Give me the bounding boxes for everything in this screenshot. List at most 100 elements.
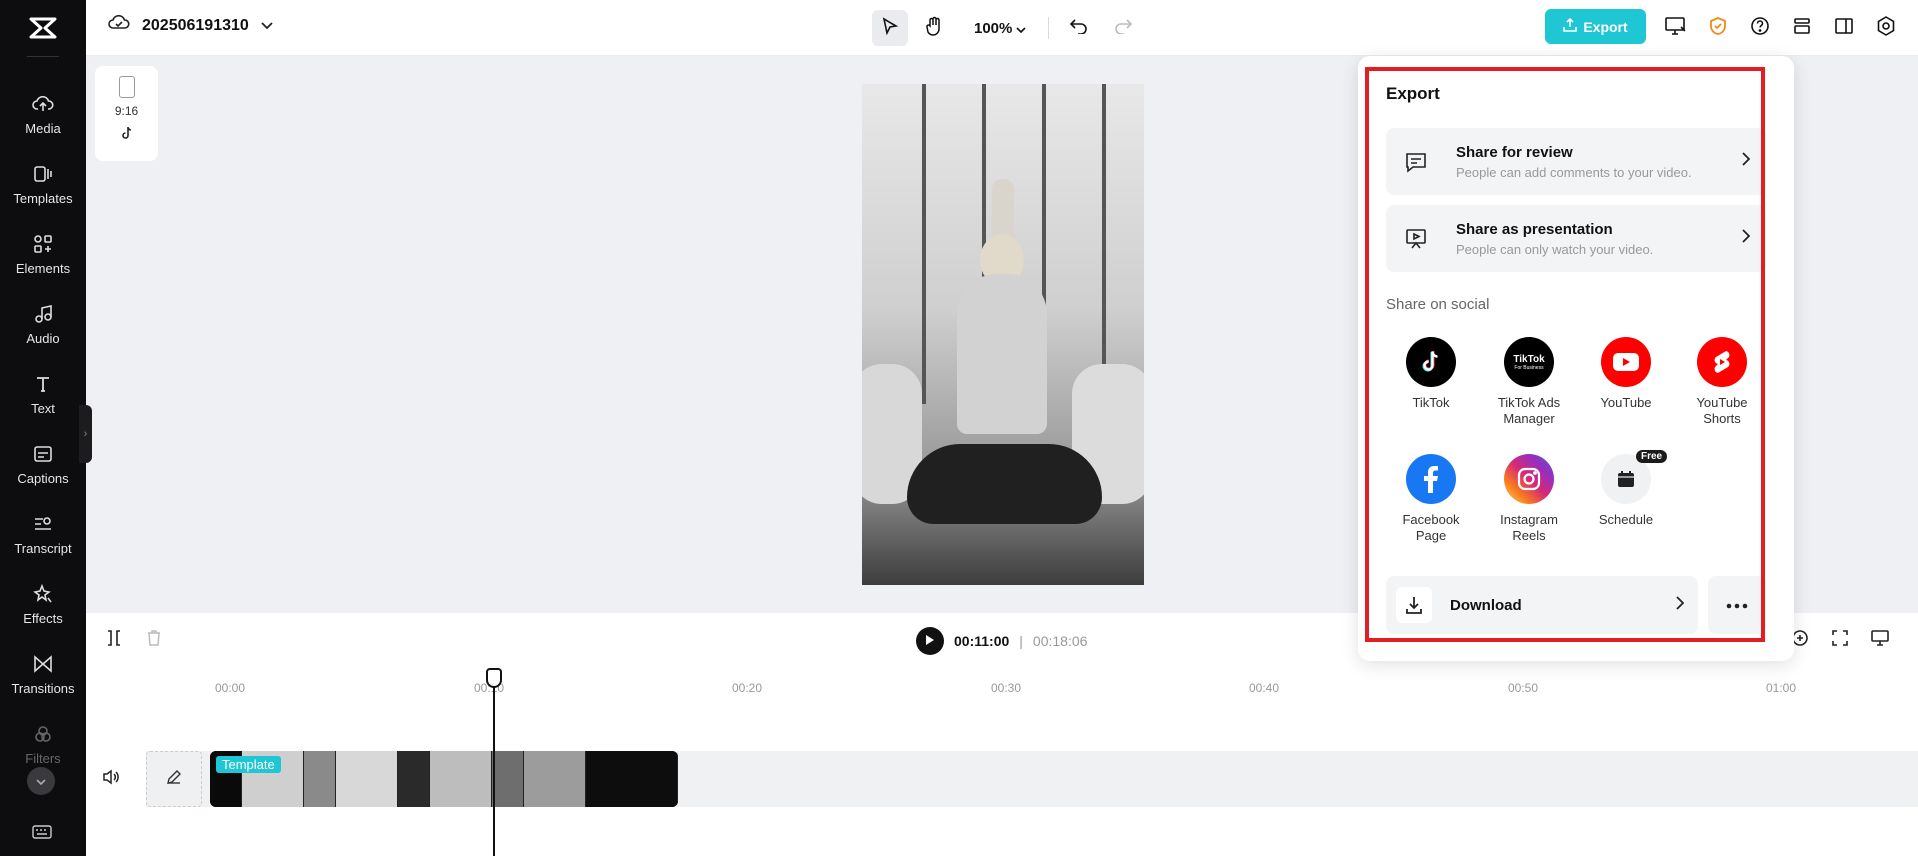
playback-controls: 00:11:00 | 00:18:06: [916, 627, 1087, 655]
sidebar-divider: [27, 56, 59, 57]
share-as-presentation-button[interactable]: Share as presentation People can only wa…: [1386, 205, 1766, 272]
share-review-subtitle: People can add comments to your video.: [1456, 164, 1692, 180]
window-frame: [922, 84, 926, 404]
presentation-icon: [1396, 228, 1436, 250]
redo-button[interactable]: [1105, 10, 1141, 46]
download-button[interactable]: Download: [1386, 576, 1698, 634]
yoga-legs: [907, 444, 1102, 524]
video-clip[interactable]: Template: [210, 751, 678, 807]
layers-icon: [1792, 16, 1812, 41]
present-button[interactable]: [1660, 12, 1692, 44]
social-schedule[interactable]: Free Schedule: [1586, 450, 1668, 528]
track-area: Template: [86, 709, 1918, 856]
sidebar-item-label: Effects: [23, 611, 63, 626]
sidebar-item-effects[interactable]: Effects: [0, 576, 86, 636]
fullscreen-icon[interactable]: [1831, 629, 1849, 652]
video-preview[interactable]: [862, 84, 1144, 585]
sidebar-item-templates[interactable]: Templates: [0, 156, 86, 216]
social-instagram-reels[interactable]: Instagram Reels: [1489, 454, 1569, 544]
shield-icon: [1708, 16, 1728, 41]
social-tiktok-ads-manager[interactable]: TikTok For Business TikTok Ads Manager: [1489, 337, 1569, 427]
shield-button[interactable]: [1702, 12, 1734, 44]
timeline-ruler[interactable]: 00:00 00:10 00:20 00:30 00:40 00:50 01:0…: [86, 669, 1918, 709]
clip-frame: [304, 751, 336, 807]
zoom-value: 100%: [974, 19, 1013, 37]
social-label: Instagram Reels: [1500, 512, 1558, 543]
hand-tool-button[interactable]: [916, 10, 952, 46]
pencil-icon: [166, 769, 182, 790]
share-for-review-button[interactable]: Share for review People can add comments…: [1386, 128, 1766, 195]
undo-icon: [1070, 18, 1088, 39]
play-icon: [925, 633, 935, 649]
panel-toggle-button[interactable]: [1828, 12, 1860, 44]
export-label: Export: [1583, 18, 1628, 35]
undo-button[interactable]: [1061, 10, 1097, 46]
download-icon: [1396, 587, 1432, 623]
social-label: TikTok: [1412, 395, 1450, 410]
sidebar-item-captions[interactable]: Captions: [0, 436, 86, 496]
ruler-label: 00:20: [732, 681, 763, 695]
social-youtube-shorts[interactable]: YouTube Shorts: [1682, 337, 1762, 427]
sidebar-item-label: Captions: [17, 471, 69, 486]
split-icon[interactable]: [106, 629, 122, 652]
sidebar-item-label: Transitions: [11, 681, 75, 696]
layers-button[interactable]: [1786, 12, 1818, 44]
keyboard-shortcuts-button[interactable]: [30, 824, 54, 844]
sidebar-item-text[interactable]: Text: [0, 366, 86, 426]
free-badge: Free: [1636, 450, 1668, 463]
chevron-down-icon: [1016, 20, 1026, 37]
more-dots-icon: [1726, 596, 1748, 614]
social-facebook-page[interactable]: Facebook Page: [1391, 454, 1471, 544]
chevron-right-icon: [1742, 152, 1751, 171]
chevron-down-icon[interactable]: [261, 17, 273, 35]
project-title[interactable]: 202506191310: [142, 17, 249, 35]
comment-icon: [1396, 151, 1436, 173]
capcut-logo[interactable]: [24, 10, 62, 46]
chevron-right-icon: [1676, 596, 1685, 615]
play-button[interactable]: [916, 627, 944, 655]
youtube-shorts-icon: [1697, 337, 1747, 387]
captions-icon: [31, 442, 55, 466]
volume-icon[interactable]: [102, 769, 120, 790]
social-label: YouTube Shorts: [1696, 395, 1748, 426]
top-right-icons: [1660, 12, 1902, 44]
clip-frame: [398, 751, 430, 807]
more-options-button[interactable]: [1708, 576, 1766, 634]
social-youtube[interactable]: YouTube: [1586, 337, 1666, 411]
cloud-icon: [108, 14, 130, 37]
zoom-dropdown[interactable]: 100%: [974, 20, 1026, 37]
sidebar-item-label: Audio: [26, 331, 60, 346]
sidebar-item-elements[interactable]: Elements: [0, 226, 86, 286]
screen-icon[interactable]: [1871, 629, 1889, 652]
help-button[interactable]: [1744, 12, 1776, 44]
monitor-icon: [1665, 16, 1687, 41]
split-panel-icon: [1834, 17, 1854, 40]
redo-icon: [1114, 18, 1133, 39]
sidebar-item-media[interactable]: Media: [0, 86, 86, 146]
gear-icon: [1876, 15, 1896, 41]
sidebar-item-label: Media: [25, 121, 61, 136]
pointer-icon: [881, 16, 899, 40]
export-panel-title: Export: [1386, 84, 1440, 103]
export-button[interactable]: Export: [1545, 9, 1646, 44]
sidebar-item-transcript[interactable]: Transcript: [0, 506, 86, 566]
cover-edit-button[interactable]: [146, 751, 202, 807]
cloud-upload-icon: [31, 92, 55, 116]
trash-icon[interactable]: [146, 629, 162, 652]
template-tag: Template: [216, 756, 281, 773]
transitions-icon: [31, 652, 55, 676]
project-title-area[interactable]: 202506191310: [108, 14, 273, 37]
select-tool-button[interactable]: [872, 10, 908, 46]
timeline-edit-tools: [106, 629, 162, 652]
social-tiktok[interactable]: TikTok: [1391, 337, 1471, 411]
panel-collapse-handle[interactable]: ›: [79, 405, 92, 463]
aspect-ratio-card[interactable]: 9:16: [95, 66, 158, 161]
share-presentation-subtitle: People can only watch your video.: [1456, 241, 1654, 257]
sidebar-expand-button[interactable]: [27, 767, 55, 795]
transcript-icon: [31, 512, 55, 536]
sidebar-item-audio[interactable]: Audio: [0, 296, 86, 356]
sidebar-item-transitions[interactable]: Transitions: [0, 646, 86, 706]
settings-button[interactable]: [1870, 12, 1902, 44]
effects-icon: [31, 582, 55, 606]
playhead-handle[interactable]: [486, 668, 502, 688]
